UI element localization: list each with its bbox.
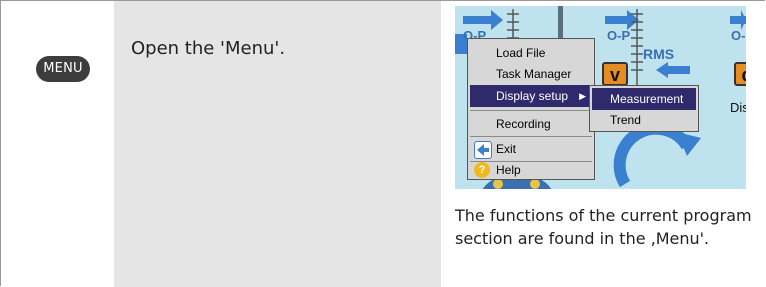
menu-item-label: Exit xyxy=(496,142,517,156)
arrow-right-icon xyxy=(463,10,503,30)
menu-item-help[interactable]: ? Help xyxy=(470,159,592,181)
step-instruction: Open the 'Menu'. xyxy=(131,38,286,59)
menu-key-icon: MENU xyxy=(36,56,90,82)
menu-item-task-manager[interactable]: Task Manager xyxy=(470,63,592,85)
menu-item-load-file[interactable]: Load File xyxy=(470,42,592,64)
key-column: MENU xyxy=(1,1,114,287)
arrow-right-icon xyxy=(605,10,639,30)
menu-item-label: Help xyxy=(496,163,521,177)
menu-item-label: Task Manager xyxy=(496,67,572,81)
refresh-icon xyxy=(613,122,701,188)
menu-item-recording[interactable]: Recording xyxy=(470,113,592,135)
op-label: O-P xyxy=(607,28,631,43)
menu-item-label: Load File xyxy=(496,46,546,60)
menu-item-exit[interactable]: Exit xyxy=(470,138,592,160)
arrow-right-icon xyxy=(730,10,746,30)
arrow-left-icon xyxy=(656,62,690,78)
menu-item-label: Display setup xyxy=(496,89,569,103)
menu-separator xyxy=(470,136,592,137)
menu-separator xyxy=(470,110,592,111)
instruction-column: Open the 'Menu'. xyxy=(114,1,441,287)
submenu-arrow-icon: ▶ xyxy=(579,91,586,101)
disp-label: Disp xyxy=(730,100,746,115)
menu-item-label: Recording xyxy=(496,117,551,131)
op-label: O- xyxy=(731,28,746,43)
submenu-item-label: Trend xyxy=(610,113,641,127)
submenu-item-trend[interactable]: Trend xyxy=(592,109,696,131)
exit-icon xyxy=(474,141,492,159)
caption-text: The functions of the current program sec… xyxy=(455,206,752,248)
menu-item-display-setup[interactable]: Display setup ▶ xyxy=(470,85,592,107)
submenu: Measurement Trend xyxy=(589,85,699,132)
tile-v: v xyxy=(602,62,628,86)
tile-d: d xyxy=(734,62,746,86)
help-icon: ? xyxy=(474,162,490,178)
rms-label: RMS xyxy=(643,46,675,62)
submenu-item-measurement[interactable]: Measurement xyxy=(592,88,696,110)
context-menu: Load File Task Manager Display setup ▶ R… xyxy=(467,38,595,180)
submenu-item-label: Measurement xyxy=(610,92,684,106)
device-screenshot: O-P O-P O- RMS v d Disp Load File Task M… xyxy=(455,6,746,189)
